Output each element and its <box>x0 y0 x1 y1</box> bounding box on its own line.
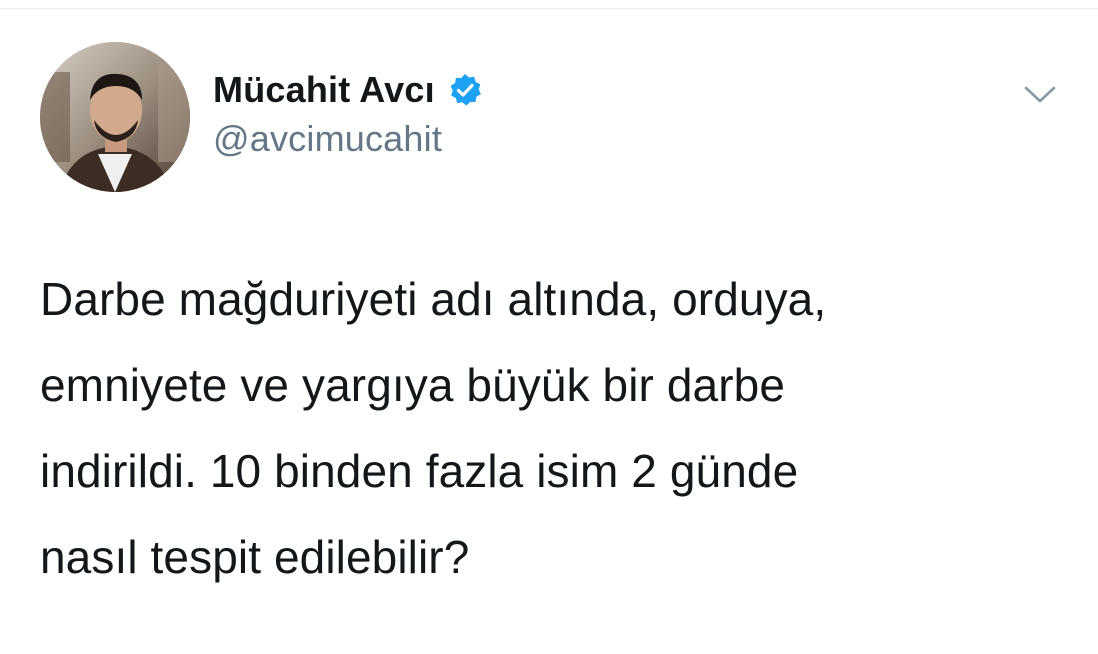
tweet-text: Darbe mağduriyeti adı altında, orduya, e… <box>40 256 1060 600</box>
author-avatar[interactable] <box>40 42 190 192</box>
verified-badge-icon <box>447 72 483 108</box>
avatar-photo-icon <box>40 42 190 192</box>
tweet-text-line: nasıl tespit edilebilir? <box>40 531 470 583</box>
bottom-edge <box>0 640 1098 654</box>
chevron-down-icon[interactable] <box>1020 80 1060 108</box>
author-handle[interactable]: @avcimucahit <box>213 118 442 160</box>
author-display-name[interactable]: Mücahit Avcı <box>213 69 435 111</box>
author-name-row: Mücahit Avcı <box>213 68 483 112</box>
tweet-text-line: emniyete ve yargıya büyük bir darbe <box>40 359 786 411</box>
tweet-text-line: Darbe mağduriyeti adı altında, orduya, <box>40 273 827 325</box>
top-divider <box>0 0 1098 9</box>
tweet-text-line: indirildi. 10 binden fazla isim 2 günde <box>40 445 799 497</box>
